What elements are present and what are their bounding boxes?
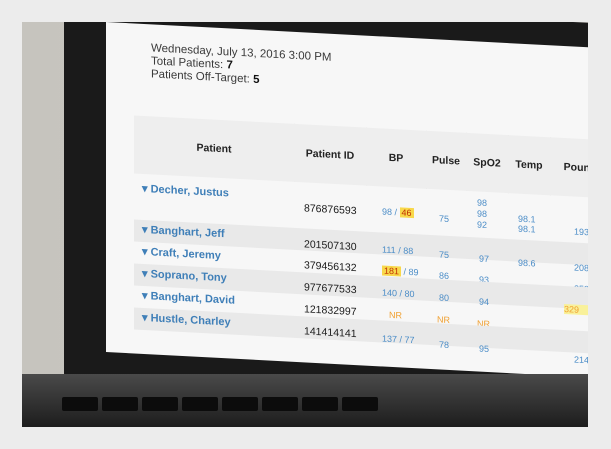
key [222,397,258,411]
bp-value: 181 / 89 [382,265,419,278]
patient-name[interactable]: ▾ Banghart, Jeff [142,223,225,240]
col-patient[interactable]: Patient [134,115,295,182]
laptop-screen: Wednesday, July 13, 2016 3:00 PM Total P… [106,22,588,380]
patient-name[interactable]: ▾ Banghart, David [142,289,235,307]
spo2-value: 98 [477,197,488,208]
report-header: Wednesday, July 13, 2016 3:00 PM Total P… [151,42,332,90]
key [342,397,378,411]
patient-table: Patient Patient ID BP Pulse SpO2 Temp Po… [134,115,588,379]
key [142,397,178,411]
spo2-value: 92 [477,219,488,230]
col-bp[interactable]: BP [366,127,427,189]
patient-name[interactable]: ▾ Craft, Jeremy [142,245,221,262]
keyboard [62,397,382,411]
patient-id: 141414141 [304,325,357,341]
col-spo2[interactable]: SpO2 [466,132,509,194]
key [262,397,298,411]
col-pulse[interactable]: Pulse [426,130,467,191]
spo2-value: 95 [479,343,490,355]
bp-value: NR [389,309,402,321]
patient-name[interactable]: ▾ Hustle, Charley [142,311,231,329]
col-patient-id[interactable]: Patient ID [294,123,367,186]
key [302,397,338,411]
photo: Wednesday, July 13, 2016 3:00 PM Total P… [22,22,588,427]
key [62,397,98,411]
patient-name[interactable]: ▾ Decher, Justus [142,182,229,200]
col-pound[interactable]: Pound [550,137,588,199]
temp-value: 98.1 [518,223,536,235]
patient-id: 876876593 [304,202,357,218]
key [182,397,218,411]
col-temp[interactable]: Temp [508,135,551,196]
bp-value: 98 / 46 [382,206,414,219]
spo2-value: 98 [477,208,488,219]
patient-name[interactable]: ▾ Soprano, Tony [142,267,227,284]
pound-value: 193 [574,226,588,238]
bp-value: 140 / 80 [382,287,415,300]
pulse-value: 75 [439,213,450,224]
pound-value: 214 [574,354,588,366]
pulse-value: 78 [439,339,450,350]
key [102,397,138,411]
bp-value: 137 / 77 [382,333,415,346]
